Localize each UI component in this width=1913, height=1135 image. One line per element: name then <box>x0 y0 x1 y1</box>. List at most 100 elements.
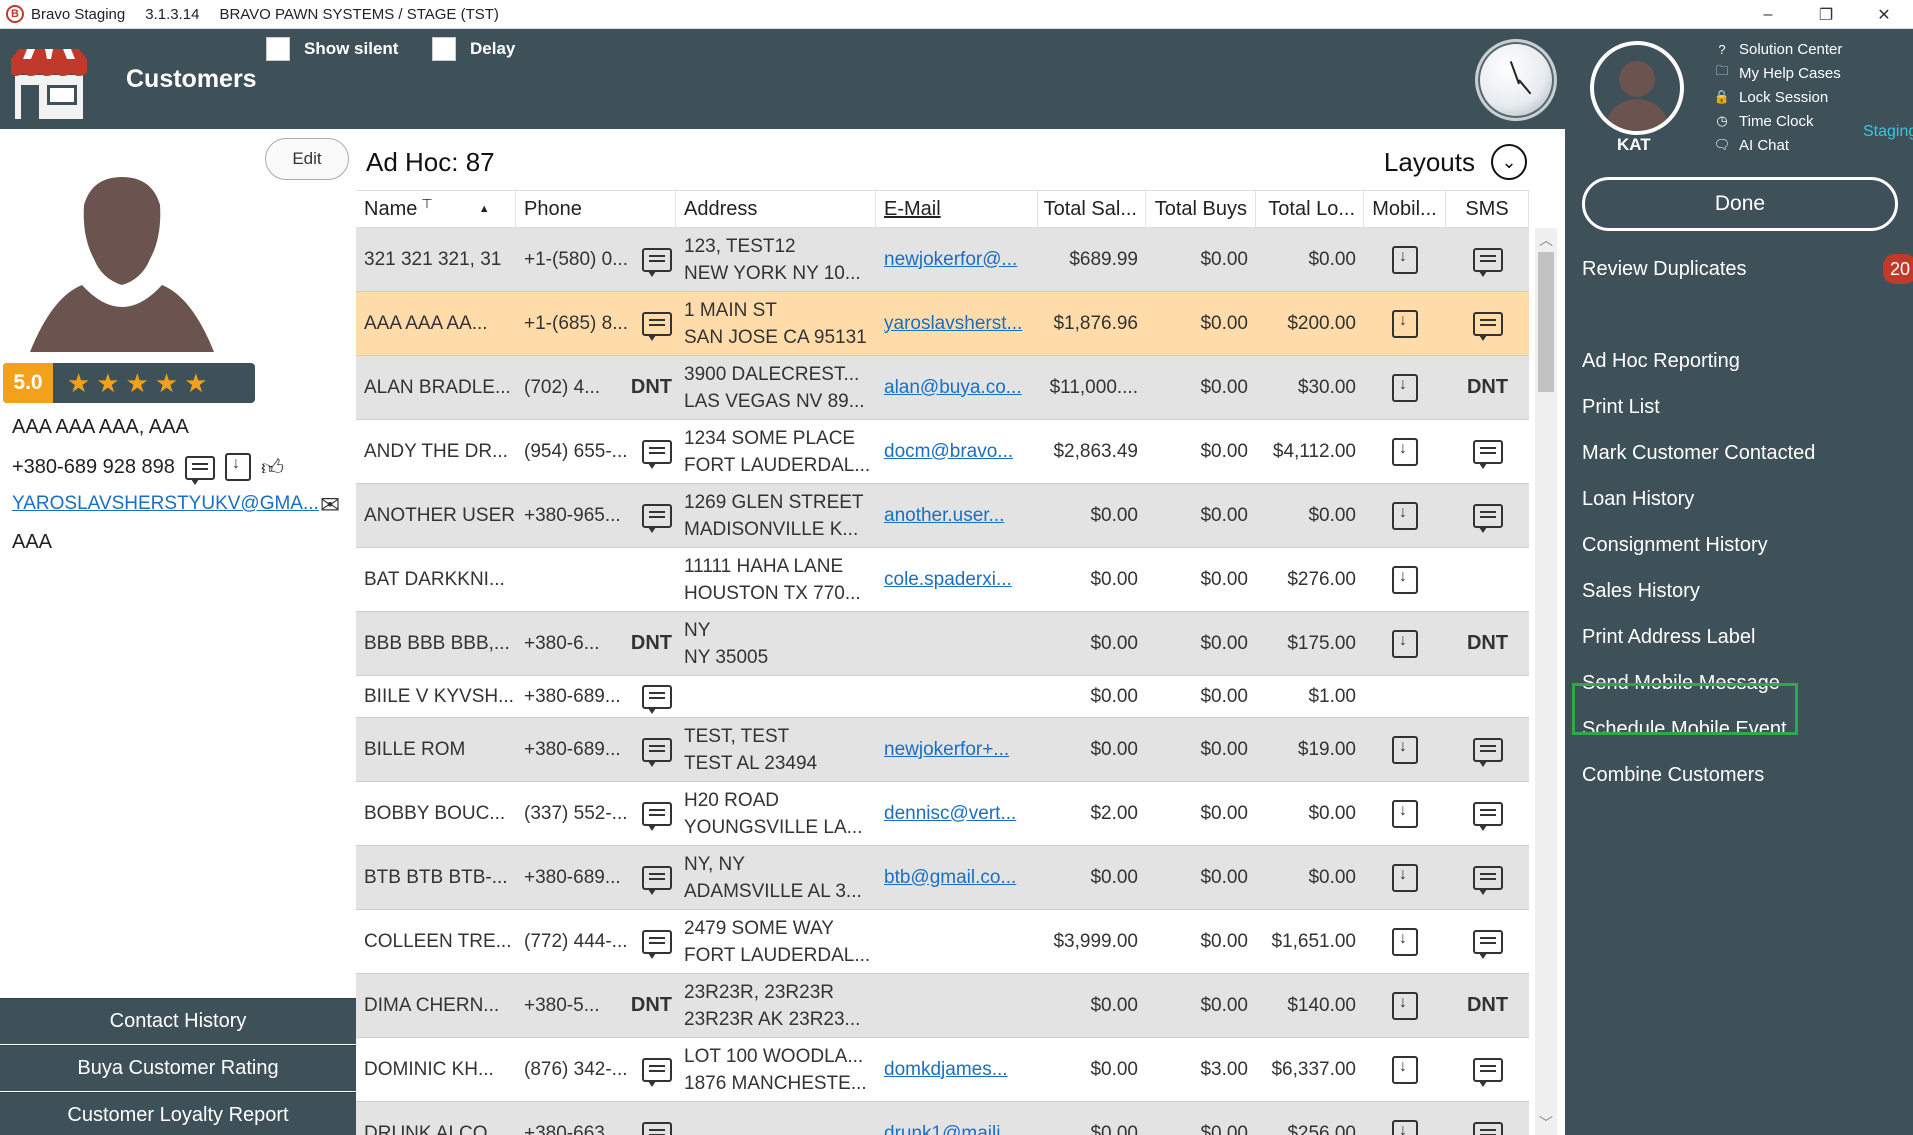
help-link[interactable]: 🗨 AI Chat <box>1713 133 1842 157</box>
filter-icon[interactable]: ⊤ <box>421 196 432 212</box>
table-row[interactable]: BOBBY BOUC... (337) 552-... H20 ROAD YOUNGS… <box>356 782 1529 846</box>
menu-item-mark-customer-contacted[interactable]: Mark Customer Contacted <box>1582 442 1815 465</box>
minimize-button[interactable]: – <box>1739 0 1797 29</box>
cell-email-link[interactable] <box>876 612 1038 675</box>
cell-email-link[interactable] <box>876 974 1038 1037</box>
table-row[interactable]: BBB BBB BBB,... +380-6... DNT NY NY 35005 $0.… <box>356 612 1529 676</box>
menu-item-print-list[interactable]: Print List <box>1582 396 1660 419</box>
cell-email-link[interactable]: cole.spaderxi... <box>876 548 1038 611</box>
show-silent-checkbox[interactable]: Show silent <box>266 37 398 61</box>
menu-item-consignment-history[interactable]: Consignment History <box>1582 534 1768 557</box>
sms-icon[interactable] <box>1472 1121 1503 1135</box>
cell-email-link[interactable] <box>876 910 1038 973</box>
scroll-up-icon[interactable]: ︿ <box>1539 230 1553 250</box>
sms-icon[interactable] <box>642 247 672 277</box>
column-header[interactable]: SMS <box>1446 191 1529 227</box>
table-row[interactable]: ANOTHER USER +380-965... 1269 GLEN STREET M… <box>356 484 1529 548</box>
chevron-down-icon[interactable]: ⌄ <box>1491 144 1527 180</box>
mobile-app-icon[interactable] <box>1392 863 1418 892</box>
table-row[interactable]: ANDY THE DR... (954) 655-... 1234 SOME PLA… <box>356 420 1529 484</box>
table-row[interactable]: AAA AAA AA... +1-(685) 8... 1 MAIN ST SAN J… <box>356 292 1529 356</box>
show-silent-box[interactable] <box>266 37 290 61</box>
table-row[interactable]: ALAN BRADLE... (702) 4... DNT 3900 DALECRES… <box>356 356 1529 420</box>
customer-email-link[interactable]: YAROSLAVSHERSTYUKV@GMA... <box>12 493 319 515</box>
customer-loyalty-report-button[interactable]: Customer Loyalty Report <box>0 1092 356 1135</box>
cell-email-link[interactable]: another.user... <box>876 484 1038 547</box>
sms-icon[interactable] <box>1472 929 1503 959</box>
thumbs-up-icon[interactable]: 👍︎ <box>261 454 284 481</box>
sms-icon[interactable] <box>1472 1057 1503 1087</box>
mobile-app-icon[interactable] <box>1392 245 1418 274</box>
mobile-app-icon[interactable] <box>1392 501 1418 530</box>
mobile-app-icon[interactable] <box>1392 373 1418 402</box>
restore-button[interactable]: ❐ <box>1797 0 1855 29</box>
mobile-app-icon[interactable] <box>1392 629 1418 658</box>
layouts-dropdown[interactable]: Layouts ⌄ <box>1384 144 1527 180</box>
sms-icon[interactable] <box>1472 503 1503 533</box>
table-row[interactable]: DIMA CHERN... +380-5... DNT 23R23R, 23R23R 2… <box>356 974 1529 1038</box>
scroll-down-icon[interactable]: ﹀ <box>1539 1113 1553 1133</box>
cell-email-link[interactable]: docm@bravo... <box>876 420 1038 483</box>
menu-item-combine-customers[interactable]: Combine Customers <box>1582 764 1764 787</box>
cell-email-link[interactable]: dennisc@vert... <box>876 782 1038 845</box>
mobile-app-icon[interactable] <box>224 453 251 482</box>
mobile-app-icon[interactable] <box>1392 799 1418 828</box>
user-avatar[interactable] <box>1590 41 1684 135</box>
cell-email-link[interactable]: domkdjames... <box>876 1038 1038 1101</box>
table-row[interactable]: BTB BTB BTB-... +380-689... NY, NY ADAMSVIL… <box>356 846 1529 910</box>
mobile-app-icon[interactable] <box>1392 309 1418 338</box>
sms-icon[interactable] <box>642 311 672 341</box>
menu-item-ad-hoc-reporting[interactable]: Ad Hoc Reporting <box>1582 350 1740 373</box>
cell-email-link[interactable]: btb@gmail.co... <box>876 846 1038 909</box>
mobile-app-icon[interactable] <box>1392 991 1418 1020</box>
sms-icon[interactable] <box>642 684 672 714</box>
cell-email-link[interactable]: alan@buya.co... <box>876 356 1038 419</box>
delay-box[interactable] <box>432 37 456 61</box>
help-link[interactable]: 🗀 My Help Cases <box>1713 61 1842 85</box>
cell-email-link[interactable]: newjokerfor@... <box>876 228 1038 291</box>
cell-email-link[interactable]: drunk1@maili... <box>876 1102 1038 1135</box>
mobile-app-icon[interactable] <box>1392 735 1418 764</box>
vertical-scrollbar[interactable]: ︿ ﹀ <box>1535 228 1557 1135</box>
envelope-icon[interactable]: ✉ <box>320 491 340 520</box>
column-header[interactable]: Total Sal... <box>1038 191 1146 227</box>
sms-icon[interactable] <box>642 503 672 533</box>
mobile-app-icon[interactable] <box>1392 1119 1418 1135</box>
done-button[interactable]: Done <box>1582 177 1898 231</box>
menu-item-print-address-label[interactable]: Print Address Label <box>1582 626 1755 649</box>
column-header[interactable]: Name ⊤ ▲ <box>356 191 516 227</box>
sms-icon[interactable] <box>1472 801 1503 831</box>
mobile-app-icon[interactable] <box>1392 565 1418 594</box>
mobile-app-icon[interactable] <box>1392 1055 1418 1084</box>
sms-icon[interactable] <box>642 865 672 895</box>
column-header[interactable]: E-Mail <box>876 191 1038 227</box>
buya-customer-rating-button[interactable]: Buya Customer Rating <box>0 1045 356 1091</box>
menu-item-sales-history[interactable]: Sales History <box>1582 580 1700 603</box>
table-row[interactable]: DOMINIC KH... (876) 342-... LOT 100 WOODLA… <box>356 1038 1529 1102</box>
review-duplicates-link[interactable]: Review Duplicates <box>1582 258 1747 281</box>
mobile-app-icon[interactable] <box>1392 927 1418 956</box>
sms-icon[interactable] <box>642 1121 672 1135</box>
table-row[interactable]: BIILE V KYVSH... +380-689... $0.00 $0.00 $1.… <box>356 676 1529 718</box>
column-header[interactable]: Total Buys <box>1146 191 1256 227</box>
sms-icon[interactable] <box>642 801 672 831</box>
help-link[interactable]: 🔒 Lock Session <box>1713 85 1842 109</box>
sms-icon[interactable] <box>642 929 672 959</box>
column-header[interactable]: Address <box>676 191 876 227</box>
cell-email-link[interactable]: newjokerfor+... <box>876 718 1038 781</box>
column-header[interactable]: Mobil... <box>1364 191 1446 227</box>
sort-ascending-icon[interactable]: ▲ <box>479 203 490 215</box>
sms-icon[interactable] <box>184 454 215 486</box>
delay-checkbox[interactable]: Delay <box>432 37 515 61</box>
edit-button[interactable]: Edit <box>265 138 349 180</box>
table-row[interactable]: DRUNK ALCO... +380-663... drunk1@maili... $… <box>356 1102 1529 1135</box>
sms-icon[interactable] <box>1472 439 1503 469</box>
mobile-app-icon[interactable] <box>1392 437 1418 466</box>
sms-icon[interactable] <box>1472 737 1503 767</box>
table-row[interactable]: 321 321 321, 31 +1-(580) 0... 123, TEST12 N… <box>356 228 1529 292</box>
scroll-thumb[interactable] <box>1538 252 1554 392</box>
sms-icon[interactable] <box>1472 311 1503 341</box>
close-button[interactable]: ✕ <box>1855 0 1913 29</box>
cell-email-link[interactable] <box>876 676 1038 717</box>
sms-icon[interactable] <box>1472 865 1503 895</box>
